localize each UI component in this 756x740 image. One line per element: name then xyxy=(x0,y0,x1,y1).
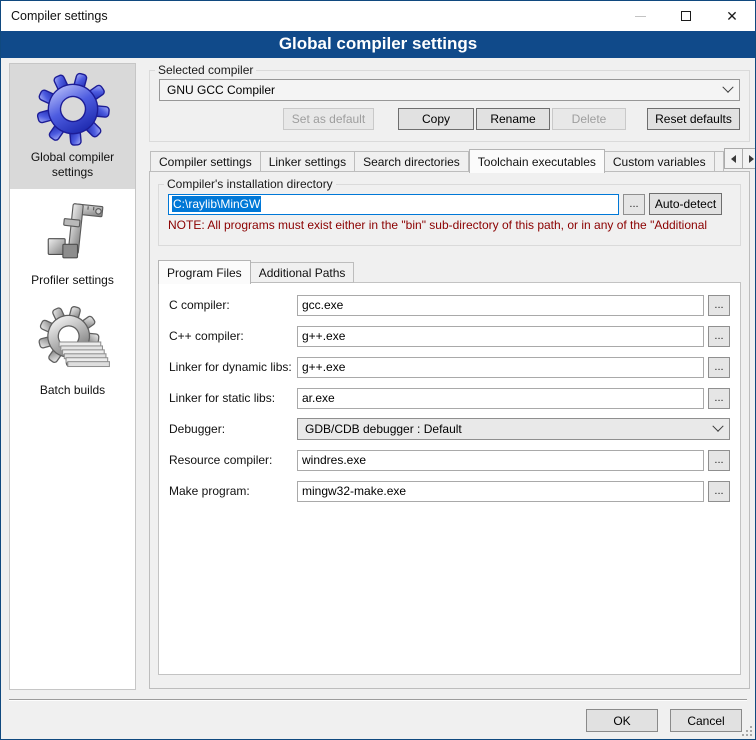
bin-subdirectory-note: NOTE: All programs must exist either in … xyxy=(168,218,731,232)
make-program-label: Make program: xyxy=(169,484,297,498)
selected-path-text: C:\raylib\MinGW xyxy=(172,196,261,212)
program-tabs: Program Files Additional Paths xyxy=(158,260,354,283)
ok-button[interactable]: OK xyxy=(586,709,658,732)
installation-directory-input[interactable]: C:\raylib\MinGW xyxy=(168,194,619,215)
dialog-buttons: OK Cancel xyxy=(586,709,742,732)
tab-scroll-left-button[interactable] xyxy=(724,148,743,169)
compiler-select-value: GNU GCC Compiler xyxy=(167,83,724,97)
dynamic-linker-browse-button[interactable]: ... xyxy=(708,357,730,378)
dynamic-linker-label: Linker for dynamic libs: xyxy=(169,360,297,374)
copy-button[interactable]: Copy xyxy=(398,108,474,130)
maximize-button[interactable] xyxy=(663,1,709,31)
browse-directory-button[interactable]: ... xyxy=(623,194,645,215)
footer-divider xyxy=(9,699,747,701)
resource-compiler-browse-button[interactable]: ... xyxy=(708,450,730,471)
resize-grip[interactable] xyxy=(742,726,752,736)
make-program-input[interactable] xyxy=(297,481,704,502)
tab-scroll-buttons xyxy=(724,148,756,169)
field-row-resource-compiler: Resource compiler: ... xyxy=(169,449,730,471)
cpp-compiler-browse-button[interactable]: ... xyxy=(708,326,730,347)
field-row-static-linker: Linker for static libs: ... xyxy=(169,387,730,409)
window-title: Compiler settings xyxy=(11,9,108,23)
toolchain-executables-panel: Compiler's installation directory C:\ray… xyxy=(149,171,750,689)
installation-directory-group: Compiler's installation directory C:\ray… xyxy=(158,177,741,246)
selected-compiler-legend: Selected compiler xyxy=(155,63,256,77)
set-as-default-button: Set as default xyxy=(283,108,374,130)
static-linker-input[interactable] xyxy=(297,388,704,409)
make-program-browse-button[interactable]: ... xyxy=(708,481,730,502)
caliper-icon xyxy=(14,197,131,269)
tab-custom-variables[interactable]: Custom variables xyxy=(605,151,715,172)
minimize-icon xyxy=(635,16,646,17)
field-row-make-program: Make program: ... xyxy=(169,480,730,502)
program-files-panel: C compiler: ... C++ compiler: ... Linker… xyxy=(158,282,741,675)
sidebar-item-label: Global compiler settings xyxy=(14,150,131,180)
selected-compiler-group: Selected compiler GNU GCC Compiler Set a… xyxy=(149,63,750,142)
debugger-select[interactable]: GDB/CDB debugger : Default xyxy=(297,418,730,440)
settings-category-sidebar: Global compiler settings xyxy=(9,63,136,690)
tab-build-options[interactable]: Build options xyxy=(715,151,724,172)
sidebar-item-global-compiler-settings[interactable]: Global compiler settings xyxy=(10,64,135,189)
window-controls: ✕ xyxy=(617,1,755,31)
rename-button[interactable]: Rename xyxy=(476,108,550,130)
sidebar-item-batch-builds[interactable]: Batch builds xyxy=(10,297,135,407)
static-linker-browse-button[interactable]: ... xyxy=(708,388,730,409)
c-compiler-browse-button[interactable]: ... xyxy=(708,295,730,316)
resource-compiler-input[interactable] xyxy=(297,450,704,471)
compiler-actions: Set as default Copy Rename Delete Reset … xyxy=(159,108,740,130)
field-row-debugger: Debugger: GDB/CDB debugger : Default xyxy=(169,418,730,440)
c-compiler-input[interactable] xyxy=(297,295,704,316)
field-row-cpp-compiler: C++ compiler: ... xyxy=(169,325,730,347)
tab-toolchain-executables[interactable]: Toolchain executables xyxy=(469,149,605,173)
tab-scroll-right-button[interactable] xyxy=(743,148,756,169)
debugger-select-value: GDB/CDB debugger : Default xyxy=(305,422,714,436)
page-title: Global compiler settings xyxy=(1,31,755,58)
arrow-right-icon xyxy=(749,155,754,163)
chevron-down-icon xyxy=(722,82,733,93)
gear-stack-icon xyxy=(14,305,131,379)
minimize-button[interactable] xyxy=(617,1,663,31)
arrow-left-icon xyxy=(731,155,736,163)
close-icon: ✕ xyxy=(726,9,738,23)
compiler-settings-dialog: Compiler settings ✕ Global compiler sett… xyxy=(0,0,756,740)
tab-search-directories[interactable]: Search directories xyxy=(355,151,469,172)
sidebar-item-label: Profiler settings xyxy=(14,273,131,288)
tab-program-files[interactable]: Program Files xyxy=(158,260,251,284)
dynamic-linker-input[interactable] xyxy=(297,357,704,378)
close-button[interactable]: ✕ xyxy=(709,1,755,31)
sidebar-item-profiler-settings[interactable]: Profiler settings xyxy=(10,189,135,297)
auto-detect-button[interactable]: Auto-detect xyxy=(649,193,722,215)
compiler-select[interactable]: GNU GCC Compiler xyxy=(159,79,740,101)
reset-defaults-button[interactable]: Reset defaults xyxy=(647,108,740,130)
tab-compiler-settings[interactable]: Compiler settings xyxy=(150,151,261,172)
chevron-down-icon xyxy=(712,421,723,432)
debugger-label: Debugger: xyxy=(169,422,297,436)
c-compiler-label: C compiler: xyxy=(169,298,297,312)
maximize-icon xyxy=(681,11,691,21)
resource-compiler-label: Resource compiler: xyxy=(169,453,297,467)
field-row-dynamic-linker: Linker for dynamic libs: ... xyxy=(169,356,730,378)
cpp-compiler-input[interactable] xyxy=(297,326,704,347)
gear-blue-icon xyxy=(14,72,131,146)
cancel-button[interactable]: Cancel xyxy=(670,709,742,732)
cpp-compiler-label: C++ compiler: xyxy=(169,329,297,343)
field-row-c-compiler: C compiler: ... xyxy=(169,294,730,316)
tab-linker-settings[interactable]: Linker settings xyxy=(261,151,355,172)
settings-tabs: Compiler settings Linker settings Search… xyxy=(150,147,748,172)
sidebar-item-label: Batch builds xyxy=(14,383,131,398)
titlebar: Compiler settings ✕ xyxy=(1,1,755,31)
static-linker-label: Linker for static libs: xyxy=(169,391,297,405)
tab-additional-paths[interactable]: Additional Paths xyxy=(251,262,355,283)
installation-directory-legend: Compiler's installation directory xyxy=(164,177,336,191)
delete-button: Delete xyxy=(552,108,626,130)
